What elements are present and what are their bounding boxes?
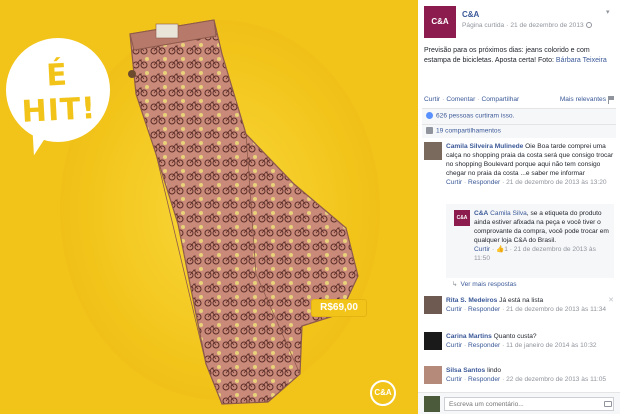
share-link[interactable]: Compartilhar [481, 96, 519, 103]
reply-like-link[interactable]: Curtir [474, 246, 490, 253]
like-link[interactable]: Curtir [424, 96, 440, 103]
speech-bubble-tail [28, 124, 52, 158]
photographer-link[interactable]: Bárbara Teixeira [556, 57, 607, 64]
comment-body: Silsa Santos lindo Curtir · Responder · … [446, 366, 614, 384]
comment-time[interactable]: 11 de janeiro de 2014 às 10:32 [506, 342, 596, 349]
reply-author[interactable]: C&A [474, 210, 488, 217]
post-text-part2: estampa de bicicletas. Aposta certa! Fot… [424, 57, 554, 64]
comment-text: lindo [487, 367, 501, 374]
share-icon [426, 127, 433, 134]
comment-like-link[interactable]: Curtir [446, 342, 462, 349]
avatar[interactable] [424, 296, 442, 314]
comment-text: Já está na lista [499, 297, 544, 304]
comment-time[interactable]: 22 de dezembro de 2013 às 11:05 [506, 376, 606, 383]
comment-input[interactable] [444, 397, 614, 411]
avatar [424, 396, 440, 412]
comment-author[interactable]: Silsa Santos [446, 367, 485, 374]
page-liked-label: Página curtida [462, 22, 505, 29]
comment-like-link[interactable]: Curtir [446, 306, 462, 313]
comment-like-link[interactable]: Curtir [446, 376, 462, 383]
comment-body: Camila Silveira Mulinede Oie Boa tarde c… [446, 142, 614, 187]
page-name[interactable]: C&A [462, 10, 479, 19]
avatar[interactable] [424, 332, 442, 350]
avatar[interactable] [424, 366, 442, 384]
bubble-text: É HIT! [20, 57, 97, 130]
shares-count[interactable]: 19 compartilhamentos [436, 127, 501, 134]
post-text: Previsão para os próximos dias: jeans co… [424, 46, 614, 66]
post-sidebar: C&A C&A Página curtida · 21 de dezembro de… [418, 0, 620, 414]
shares-stat[interactable]: 19 compartilhamentos [426, 127, 501, 134]
likes-stat[interactable]: 626 pessoas curtiram isso. [426, 112, 514, 119]
comment-reply-link[interactable]: Responder [468, 376, 500, 383]
like-icon: 👍 [496, 246, 505, 253]
page-avatar[interactable]: C&A [424, 6, 456, 38]
jeans-image [128, 19, 359, 405]
comment-time[interactable]: 21 de dezembro de 2013 às 11:34 [506, 306, 606, 313]
post-header: C&A C&A Página curtida · 21 de dezembro de… [424, 6, 614, 40]
comment-time[interactable]: 21 de dezembro de 2013 às 13:20 [506, 179, 606, 186]
comment-body: Rita S. Medeiros Já está na lista Curtir… [446, 296, 614, 314]
chevron-down-icon[interactable]: ▾ [606, 8, 614, 16]
comment-reply-link[interactable]: Responder [468, 179, 500, 186]
post-actions: Curtir · Comentar · Compartilhar Mais releva… [424, 96, 614, 104]
comment-body: Carina Martins Quanto custa? Curtir · Re… [446, 332, 614, 350]
reply-mention[interactable]: Camila Silva [490, 210, 527, 217]
post-meta: Página curtida · 21 de dezembro de 2013 [462, 22, 592, 29]
close-icon[interactable]: ✕ [608, 296, 614, 304]
comment-links: Curtir · Responder · 21 de dezembro de 2… [446, 179, 607, 186]
price-tag: R$69,00 [312, 300, 366, 316]
comment-reply-link[interactable]: Responder [468, 342, 500, 349]
post-date[interactable]: 21 de dezembro de 2013 [510, 22, 583, 29]
comment-links: Curtir · Responder · 22 de dezembro de 2… [446, 376, 607, 383]
avatar[interactable]: C&A [454, 210, 470, 226]
more-replies-label[interactable]: Ver mais respostas [461, 281, 517, 288]
comment-composer [418, 392, 620, 414]
reply-body: C&A Camila Silva, se a etiqueta do produ… [474, 209, 610, 263]
comment-like-link[interactable]: Curtir [446, 179, 462, 186]
comment-author[interactable]: Carina Martins [446, 333, 492, 340]
brand-logo: C&A [370, 380, 396, 406]
reply-item: C&A C&A Camila Silva, se a etiqueta do p… [446, 204, 614, 278]
comment-links: Curtir · Responder · 21 de dezembro de 2… [446, 306, 607, 313]
avatar[interactable] [424, 142, 442, 160]
globe-icon [585, 22, 592, 29]
like-icon [426, 112, 433, 119]
divider [422, 124, 616, 125]
reply-likes-count[interactable]: 1 [504, 246, 508, 253]
comment-author[interactable]: Camila Silveira Mulinede [446, 143, 523, 150]
comment-reply-link[interactable]: Responder [468, 306, 500, 313]
comment-text: Quanto custa? [493, 333, 537, 340]
comment-author[interactable]: Rita S. Medeiros [446, 297, 497, 304]
comment-link[interactable]: Comentar [446, 96, 475, 103]
likes-count[interactable]: 626 pessoas curtiram isso. [436, 112, 514, 119]
comment-links: Curtir · Responder · 11 de janeiro de 20… [446, 342, 597, 349]
sort-relevant-link[interactable]: Mais relevantes [560, 96, 606, 103]
post-photo[interactable]: É HIT! R$69,00 C&A [0, 0, 418, 414]
post-text-part1: Previsão para os próximos dias: jeans co… [424, 47, 590, 54]
more-replies-link[interactable]: ↳ Ver mais respostas [452, 280, 517, 288]
reply-links: Curtir · 👍1 · 21 de dezembro de 2013 às … [474, 246, 596, 262]
reply-arrow-icon: ↳ [452, 281, 458, 288]
reply-time[interactable]: 21 de dezembro de 2013 às 11:50 [474, 246, 596, 262]
post-stats: 626 pessoas curtiram isso. 19 compartilh… [422, 108, 616, 138]
camera-icon[interactable] [604, 401, 612, 407]
flag-icon[interactable] [608, 96, 614, 104]
